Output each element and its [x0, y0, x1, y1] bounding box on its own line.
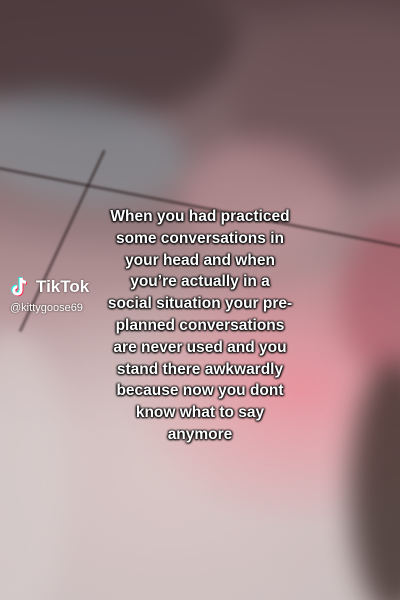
- caption-line: are never used and you: [113, 338, 287, 356]
- caption-line: planned conversations: [115, 316, 285, 334]
- caption-line: you’re actually in a: [130, 273, 270, 291]
- caption-line: your head and when: [125, 251, 275, 269]
- tiktok-logo-icon: [11, 276, 28, 297]
- video-caption: When you had practiced some conversation…: [40, 206, 360, 446]
- caption-line: some conversations in: [116, 229, 284, 247]
- caption-line: because now you dont: [116, 382, 284, 400]
- caption-line: anymore: [167, 425, 233, 443]
- video-frame[interactable]: TikTok @kittygoose69 When you had practi…: [0, 0, 400, 600]
- caption-line: When you had practiced: [110, 208, 290, 225]
- caption-line: social situation your pre-: [107, 295, 293, 313]
- caption-line: stand there awkwardly: [116, 360, 284, 378]
- caption-line: know what to say: [135, 404, 265, 422]
